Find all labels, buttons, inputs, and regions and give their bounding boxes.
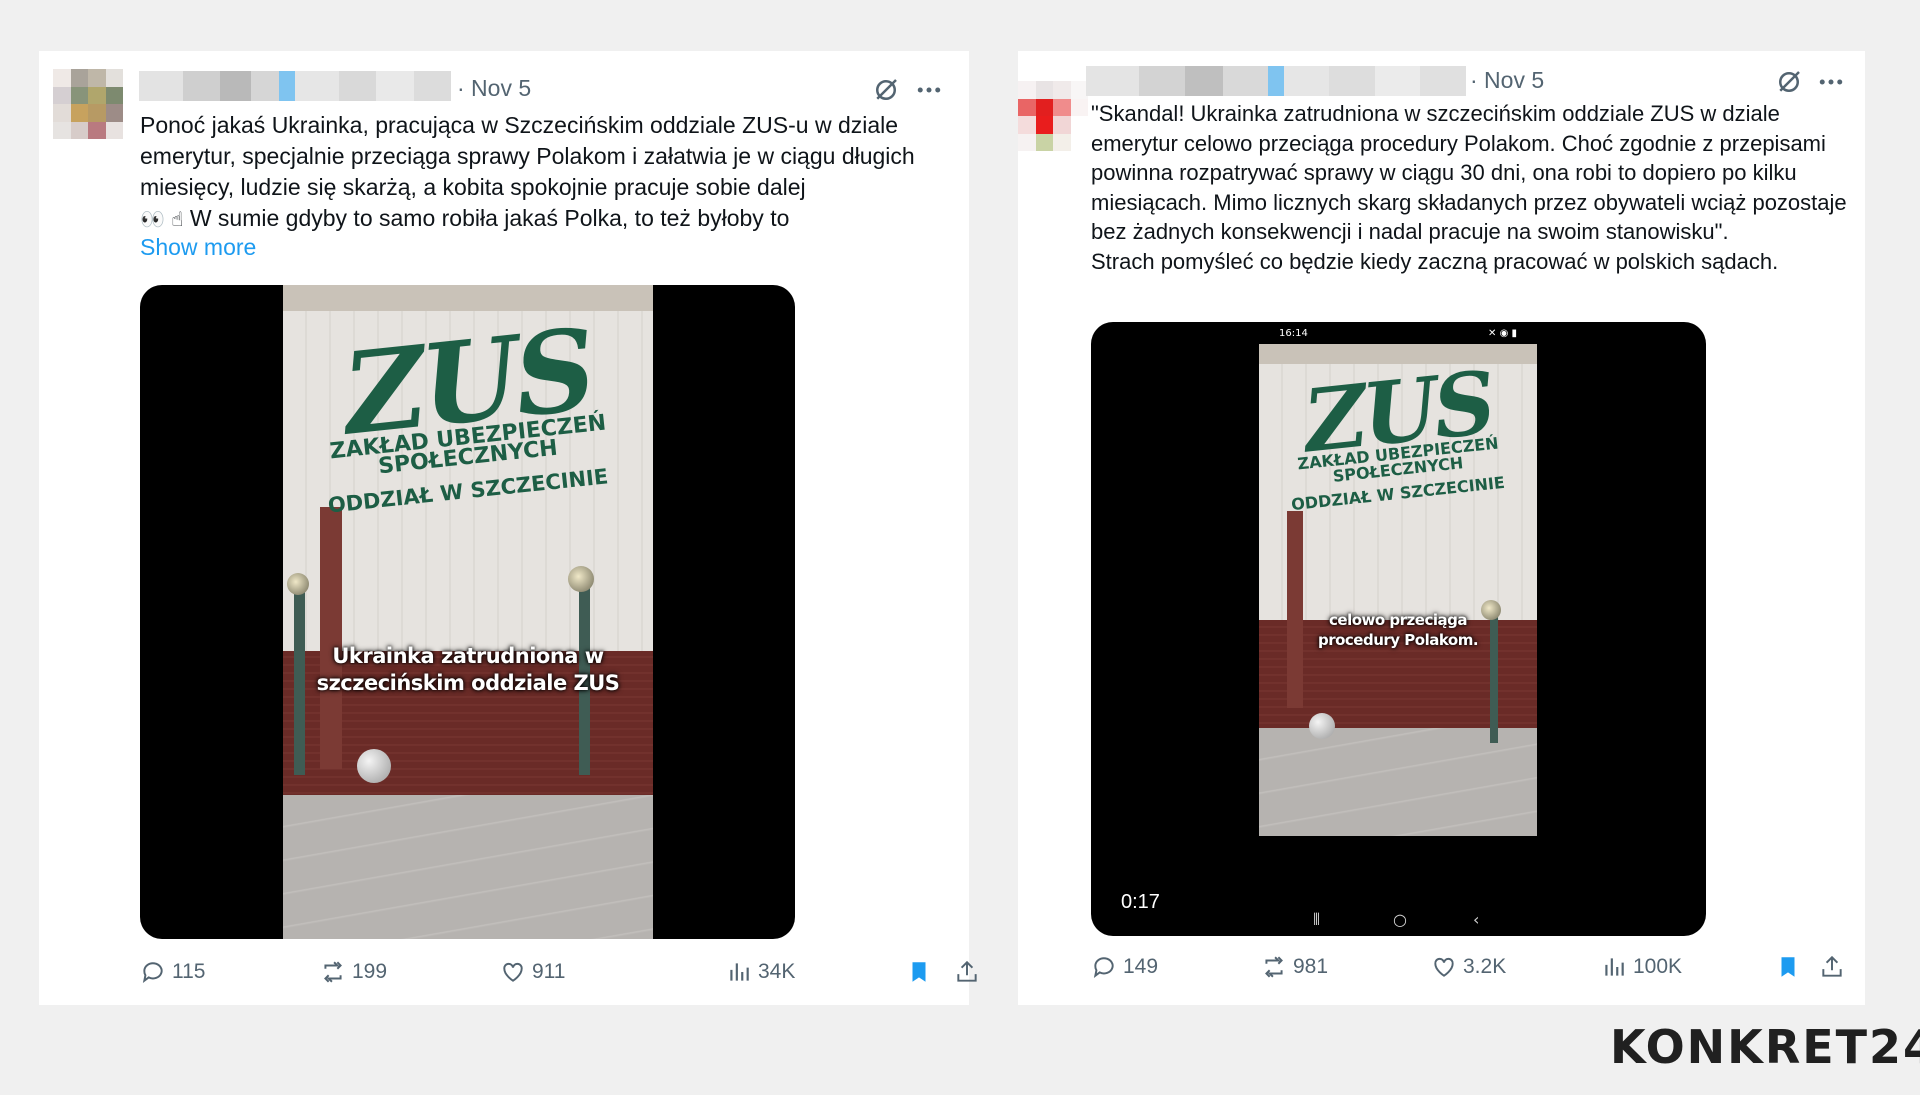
phone-status-bar: 16:14 ✕ ◉ ▮ bbox=[1259, 328, 1537, 342]
brand-logo: KONKRET24 bbox=[1610, 1020, 1920, 1074]
reply-icon bbox=[1093, 957, 1114, 978]
reply-count: 149 bbox=[1123, 955, 1159, 978]
views-count: 100K bbox=[1633, 955, 1683, 978]
post-card[interactable]: · Nov 5 "Skandal! Ukrainka zatrudniona w… bbox=[1018, 51, 1865, 1005]
show-more-link[interactable]: Show more bbox=[140, 234, 256, 261]
video-caption-line: Ukrainka zatrudniona w bbox=[332, 644, 604, 668]
post-text-main: Ponoć jakaś Ukrainka, pracująca w Szczec… bbox=[140, 112, 922, 200]
views-count: 34K bbox=[758, 960, 796, 983]
views-button[interactable]: 100K bbox=[1601, 954, 1682, 980]
video-frame: ZUS ZAKŁAD UBEZPIECZEŃ SPOŁECZNYCH ODDZI… bbox=[283, 285, 653, 939]
more-icon[interactable] bbox=[914, 75, 944, 105]
post-date[interactable]: · Nov 5 bbox=[457, 75, 531, 102]
reply-button[interactable]: 115 bbox=[140, 959, 205, 985]
views-icon bbox=[730, 963, 749, 981]
video-caption: celowo przeciąga procedury Polakom. bbox=[1259, 610, 1537, 650]
share-icon bbox=[957, 960, 977, 982]
reply-icon bbox=[142, 962, 163, 983]
like-icon bbox=[503, 962, 523, 982]
home-icon: ○ bbox=[1393, 910, 1407, 929]
share-button[interactable] bbox=[954, 959, 980, 985]
back-icon: ‹ bbox=[1473, 910, 1480, 929]
repost-icon bbox=[324, 961, 342, 983]
grok-icon[interactable] bbox=[871, 75, 901, 105]
share-button[interactable] bbox=[1819, 954, 1845, 980]
bookmark-button[interactable] bbox=[906, 959, 932, 985]
status-icons: ✕ ◉ ▮ bbox=[1488, 328, 1517, 339]
like-icon bbox=[1434, 957, 1454, 977]
post-card[interactable]: · Nov 5 Ponoć jakaś Ukrainka, pracująca … bbox=[39, 51, 977, 1005]
reply-button[interactable]: 149 bbox=[1091, 954, 1158, 980]
video-duration: 0:17 bbox=[1121, 891, 1160, 913]
repost-count: 981 bbox=[1293, 955, 1329, 978]
bookmark-icon bbox=[1781, 957, 1795, 977]
repost-icon bbox=[1265, 956, 1283, 978]
more-icon[interactable] bbox=[1816, 67, 1846, 97]
video-caption-line: procedury Polakom. bbox=[1317, 631, 1479, 649]
video-caption-line: celowo przeciąga bbox=[1329, 611, 1467, 629]
avatar[interactable] bbox=[53, 69, 123, 139]
reply-count: 115 bbox=[172, 960, 206, 983]
repost-button[interactable]: 981 bbox=[1261, 954, 1328, 980]
views-button[interactable]: 34K bbox=[726, 959, 795, 985]
repost-count: 199 bbox=[352, 960, 388, 983]
author-name-blurred[interactable] bbox=[1086, 66, 1466, 96]
post-actions: 115 199 911 34K bbox=[140, 959, 977, 989]
post-text: Ponoć jakaś Ukrainka, pracująca w Szczec… bbox=[140, 110, 960, 235]
like-count: 3.2K bbox=[1463, 955, 1507, 978]
like-button[interactable]: 911 bbox=[500, 959, 565, 985]
share-icon bbox=[1822, 955, 1842, 977]
post-text: "Skandal! Ukrainka zatrudniona w szczeci… bbox=[1091, 101, 1847, 274]
post-actions: 149 981 3.2K 100K bbox=[1091, 954, 1851, 984]
video-player[interactable]: 16:14 ✕ ◉ ▮ ZUS ZAKŁAD UBEZPIECZEŃ SPOŁE… bbox=[1091, 322, 1706, 936]
video-caption: Ukrainka zatrudniona w szczecińskim oddz… bbox=[283, 643, 653, 697]
status-time: 16:14 bbox=[1279, 328, 1308, 339]
post-text-continued: W sumie gdyby to samo robiła jakaś Polka… bbox=[189, 205, 790, 231]
bookmark-icon bbox=[912, 962, 926, 982]
bookmark-button[interactable] bbox=[1775, 954, 1801, 980]
like-button[interactable]: 3.2K bbox=[1431, 954, 1506, 980]
video-caption-line: szczecińskim oddziale ZUS bbox=[316, 671, 620, 695]
like-count: 911 bbox=[532, 960, 566, 983]
video-player[interactable]: ZUS ZAKŁAD UBEZPIECZEŃ SPOŁECZNYCH ODDZI… bbox=[140, 285, 795, 939]
eyes-pointing-emoji: 👀 ☝ bbox=[140, 207, 184, 231]
recents-icon: ⦀ bbox=[1313, 910, 1321, 929]
author-name-blurred[interactable] bbox=[139, 71, 451, 101]
grok-icon[interactable] bbox=[1774, 67, 1804, 97]
avatar[interactable] bbox=[1018, 81, 1088, 151]
post-date[interactable]: · Nov 5 bbox=[1470, 67, 1544, 94]
views-icon bbox=[1605, 958, 1624, 976]
phone-nav-bar: ⦀ ○ ‹ bbox=[1259, 910, 1537, 930]
repost-button[interactable]: 199 bbox=[320, 959, 387, 985]
video-frame: ZUS ZAKŁAD UBEZPIECZEŃ SPOŁECZNYCH ODDZI… bbox=[1259, 344, 1537, 836]
